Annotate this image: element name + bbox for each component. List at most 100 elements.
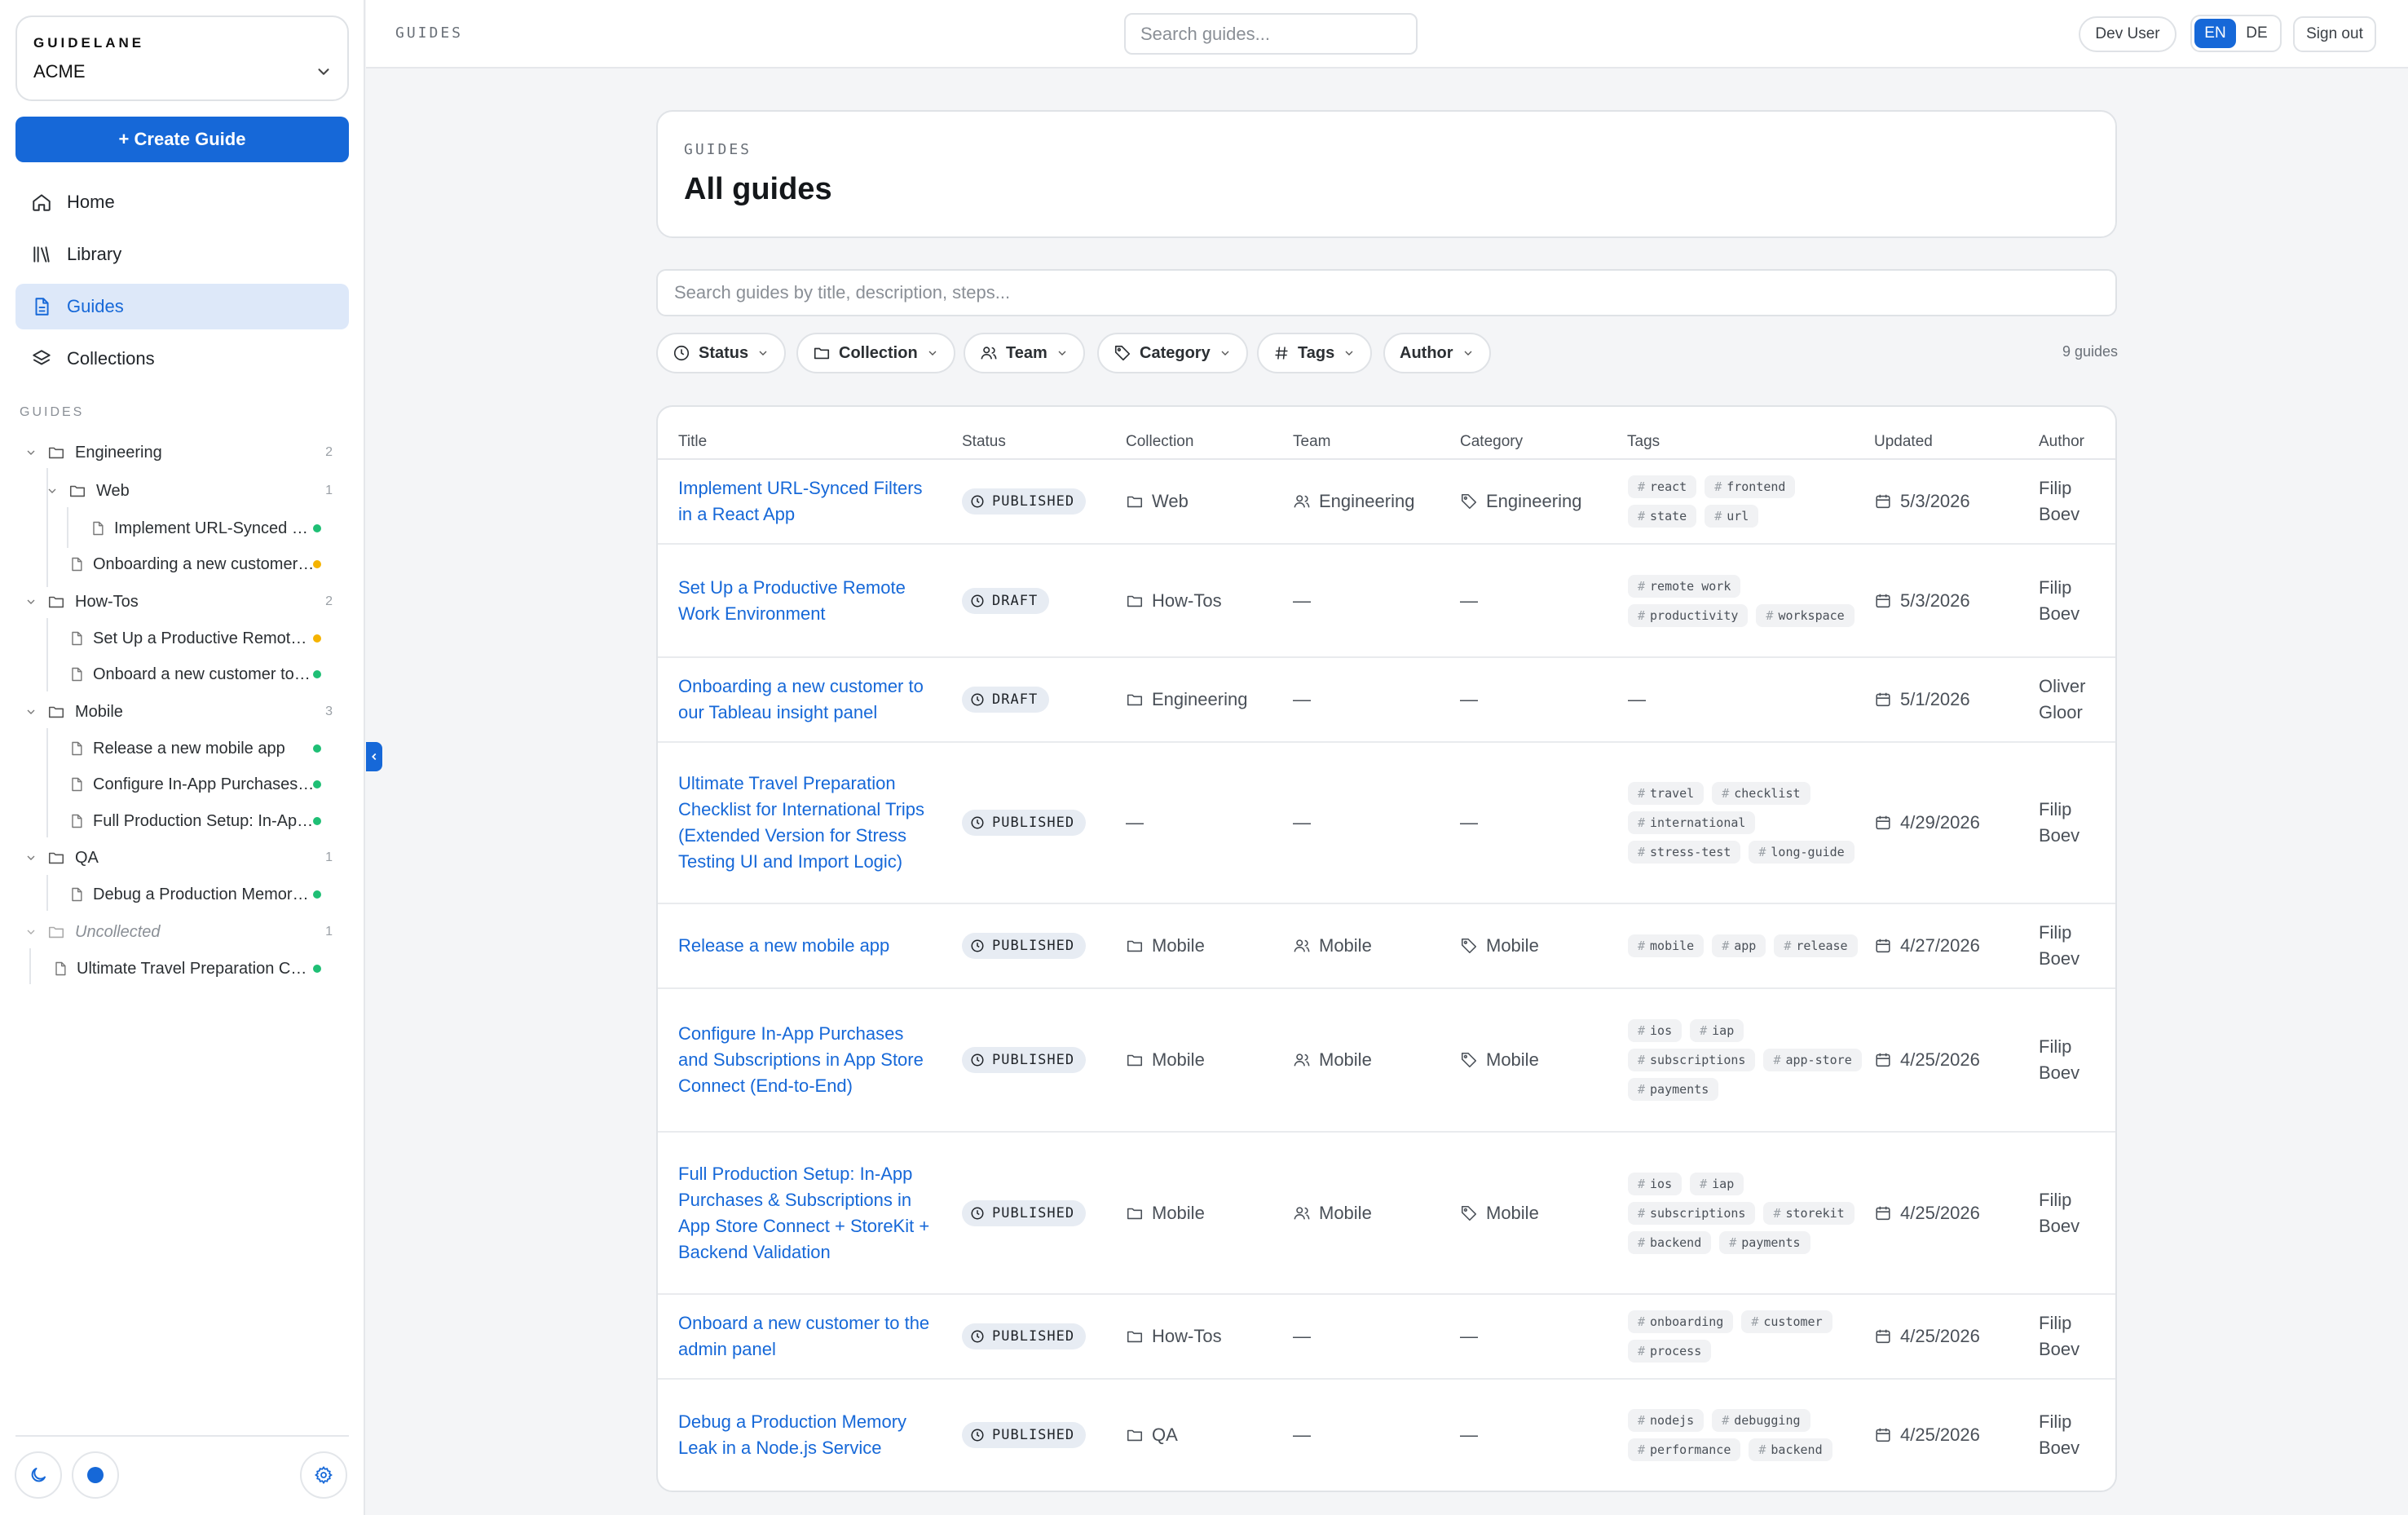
table-row[interactable]: Configure In-App Purchases and Subscript… [658,989,2115,1133]
theme-toggle-button[interactable] [15,1451,62,1499]
guides-search-input[interactable]: Search guides by title, description, ste… [656,269,2117,316]
table-row[interactable]: Release a new mobile app PUBLISHED Mobil… [658,904,2115,989]
sign-out-button[interactable]: Sign out [2293,16,2376,52]
table-row[interactable]: Debug a Production Memory Leak in a Node… [658,1380,2115,1491]
filter-status[interactable]: Status [656,333,787,373]
tag-chip[interactable]: # backend [1749,1438,1832,1461]
guide-title-link[interactable]: Implement URL-Synced Filters in a React … [678,475,931,528]
table-row[interactable]: Ultimate Travel Preparation Checklist fo… [658,743,2115,904]
tree-guide-item[interactable]: Configure In-App Purchases and Subscript… [68,768,349,801]
tree-guide-item[interactable]: Full Production Setup: In-App Purchases [68,805,349,837]
guide-title-link[interactable]: Ultimate Travel Preparation Checklist fo… [678,771,931,875]
guide-title-link[interactable]: Configure In-App Purchases and Subscript… [678,1021,931,1099]
tag-chip[interactable]: # process [1628,1340,1712,1363]
tag-chip[interactable]: # performance [1628,1438,1741,1461]
filter-team[interactable]: Team [964,333,1085,373]
guide-title-link[interactable]: Onboard a new customer to the admin pane… [678,1310,931,1363]
tree-folder-mobile[interactable]: Mobile 3 [24,696,349,728]
tree-folder-uncollected[interactable]: Uncollected 1 [24,916,349,948]
settings-button[interactable] [300,1451,347,1499]
tag-chip[interactable]: # travel [1628,782,1705,805]
tag-chip[interactable]: # payments [1719,1230,1810,1254]
tree-guide-item[interactable]: Onboarding a new customer to our Tableau… [68,548,349,581]
tag-chip[interactable]: # subscriptions [1628,1201,1756,1225]
tag-chip[interactable]: # debugging [1712,1409,1810,1432]
tag-chip[interactable]: # frontend [1705,475,1796,498]
column-header-collection[interactable]: Collection [1126,433,1193,451]
folder-icon [69,485,86,497]
tag-chip[interactable]: # backend [1628,1230,1712,1254]
nav-guides[interactable]: Guides [15,284,349,329]
tag-chip[interactable]: # onboarding [1628,1310,1734,1333]
nav-home[interactable]: Home [15,179,349,225]
guide-title-link[interactable]: Release a new mobile app [678,933,931,959]
tree-folder-qa[interactable]: QA 1 [24,841,349,874]
table-row[interactable]: Implement URL-Synced Filters in a React … [658,460,2115,545]
tag-chip[interactable]: # ios [1628,1019,1683,1042]
table-row[interactable]: Onboard a new customer to the admin pane… [658,1295,2115,1380]
accent-color-button[interactable] [72,1451,119,1499]
tag-chip[interactable]: # state [1628,505,1697,528]
top-search-input[interactable]: Search guides... [1124,13,1418,55]
tag-chip[interactable]: # payments [1628,1078,1719,1101]
tree-guide-item[interactable]: Implement URL-Synced Filters in a React … [90,512,349,545]
tree-guide-item[interactable]: Ultimate Travel Preparation Checklist [52,952,349,985]
category-cell-label: Mobile [1486,935,1539,956]
column-header-author[interactable]: Author [2039,433,2084,451]
tag-chip[interactable]: # app-store [1763,1049,1862,1071]
guide-title-link[interactable]: Onboarding a new customer to our Tableau… [678,674,931,726]
tree-guide-item[interactable]: Release a new mobile app [68,732,349,765]
tag-chip[interactable]: # customer [1741,1310,1832,1333]
lang-en-button[interactable]: EN [2194,19,2236,48]
tag-chip[interactable]: # app [1712,934,1766,957]
table-row[interactable]: Full Production Setup: In-App Purchases … [658,1133,2115,1295]
tag-chip[interactable]: # iap [1690,1019,1744,1042]
column-header-team[interactable]: Team [1293,433,1330,451]
column-header-category[interactable]: Category [1460,433,1523,451]
column-header-tags[interactable]: Tags [1627,433,1660,451]
workspace-switcher[interactable]: GUIDELANE ACME [15,15,349,101]
filter-collection[interactable]: Collection [796,333,955,373]
tag-chip[interactable]: # react [1628,475,1697,498]
tree-folder-engineering[interactable]: Engineering 2 [24,436,349,469]
collapse-sidebar-button[interactable] [366,742,382,771]
tag-chip[interactable]: # productivity [1628,603,1749,627]
guide-title-link[interactable]: Set Up a Productive Remote Work Environm… [678,575,931,627]
filter-tags[interactable]: Tags [1257,333,1373,373]
lang-de-button[interactable]: DE [2236,19,2278,48]
nav-library[interactable]: Library [15,232,349,277]
table-row[interactable]: Set Up a Productive Remote Work Environm… [658,545,2115,658]
nav-collections[interactable]: Collections [15,336,349,382]
tag-chip[interactable]: # release [1774,934,1858,957]
folder-icon [1126,1204,1144,1222]
tag-chip[interactable]: # storekit [1763,1201,1855,1225]
filter-author[interactable]: Author [1383,333,1491,373]
guide-title-link[interactable]: Debug a Production Memory Leak in a Node… [678,1409,931,1461]
column-header-status[interactable]: Status [962,433,1006,451]
tag-chip[interactable]: # international [1628,811,1756,834]
guide-title-link[interactable]: Full Production Setup: In-App Purchases … [678,1161,931,1265]
tag-chip[interactable]: # iap [1690,1172,1744,1195]
tree-guide-item[interactable]: Set Up a Productive Remote Work Environm… [68,622,349,655]
create-guide-button[interactable]: + Create Guide [15,117,349,162]
tag-chip[interactable]: # checklist [1712,782,1810,805]
tree-guide-item[interactable]: Onboard a new customer to the admin pane… [68,658,349,691]
tag-chip[interactable]: # workspace [1756,603,1855,627]
tag-chip[interactable]: # url [1705,505,1759,528]
user-menu-button[interactable]: Dev User [2079,16,2176,52]
tree-folder-how-tos[interactable]: How-Tos 2 [24,585,349,618]
column-header-updated[interactable]: Updated [1874,433,1933,451]
tag-chip[interactable]: # long-guide [1749,841,1855,864]
tag-chip[interactable]: # nodejs [1628,1409,1705,1432]
column-header-title[interactable]: Title [678,433,707,451]
tag-chip[interactable]: # stress-test [1628,841,1741,864]
tree-guide-item[interactable]: Debug a Production Memory Leak [68,878,349,911]
tag-chip[interactable]: # ios [1628,1172,1683,1195]
tree-guide [67,507,68,548]
table-row[interactable]: Onboarding a new customer to our Tableau… [658,658,2115,743]
filter-category[interactable]: Category [1097,333,1248,373]
tag-chip[interactable]: # subscriptions [1628,1049,1756,1071]
tag-chip[interactable]: # remote work [1628,574,1741,598]
tree-folder-web[interactable]: Web 1 [46,475,349,507]
tag-chip[interactable]: # mobile [1628,934,1705,957]
